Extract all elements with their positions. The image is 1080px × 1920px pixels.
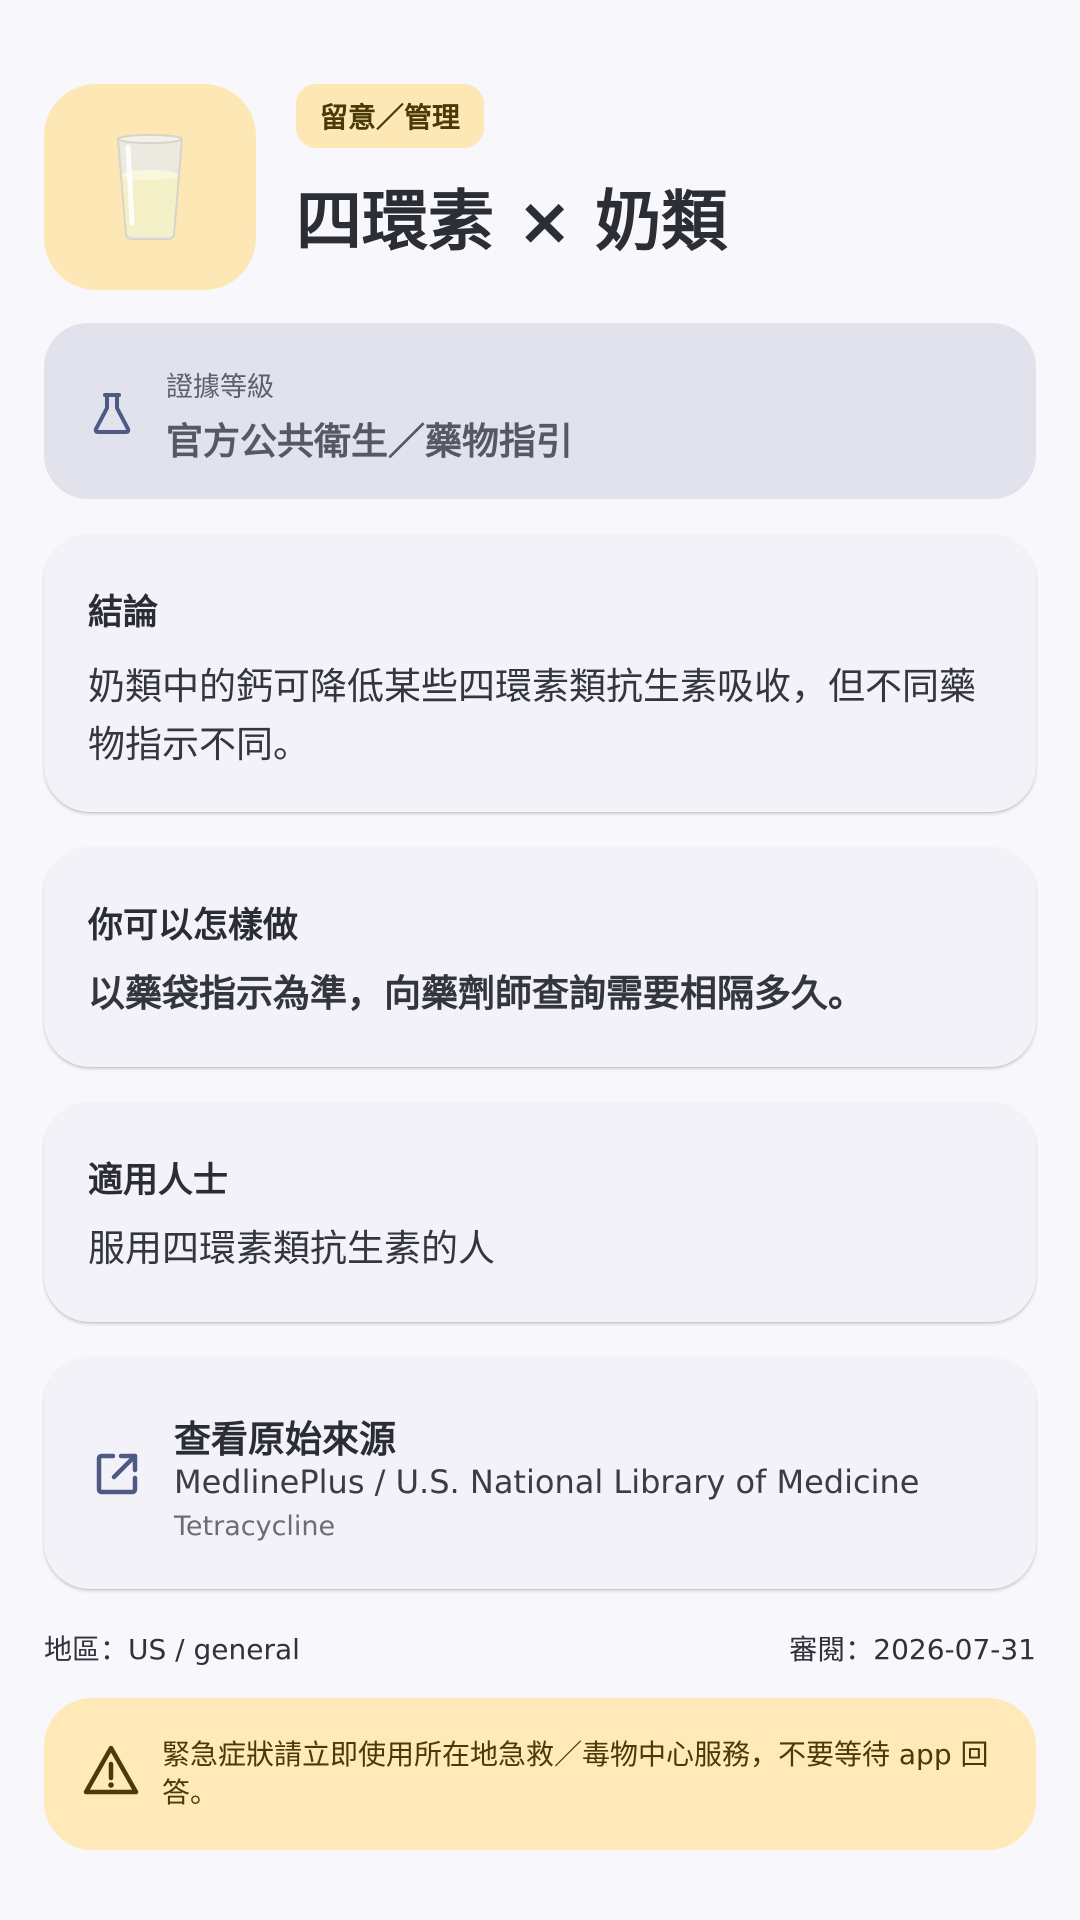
view-source-button[interactable]: 查看原始來源 MedlinePlus / U.S. National Libra… — [44, 1357, 1036, 1589]
conclusion-card: 結論 奶類中的鈣可降低某些四環素類抗生素吸收，但不同藥物指示不同。 — [44, 534, 1036, 812]
warning-text: 緊急症狀請立即使用所在地急救／毒物中心服務，不要等待 app 回答。 — [162, 1738, 989, 1809]
header: 留意／管理 四環素 × 奶類 — [44, 84, 1036, 290]
conclusion-heading: 結論 — [88, 593, 159, 633]
audience-card: 適用人士 服用四環素類抗生素的人 — [44, 1102, 1036, 1322]
audience-body: 服用四環素類抗生素的人 — [88, 1227, 495, 1270]
review-date: 審閱：2026-07-31 — [789, 1633, 1036, 1666]
flask-icon — [93, 393, 131, 434]
evidence-value: 官方公共衛生／藥物指引 — [166, 420, 573, 463]
conclusion-body: 奶類中的鈣可降低某些四環素類抗生素吸收，但不同藥物指示不同。 — [88, 665, 976, 766]
evidence-level-card: 證據等級 官方公共衛生／藥物指引 — [44, 323, 1036, 499]
action-body: 以藥袋指示為準，向藥劑師查詢需要相隔多久。 — [88, 972, 865, 1015]
audience-heading: 適用人士 — [88, 1161, 229, 1201]
evidence-label: 證據等級 — [166, 372, 274, 403]
region-label: 地區：US / general — [44, 1633, 300, 1666]
page-title: 四環素 × 奶類 — [296, 183, 728, 260]
warning-triangle-icon — [83, 1745, 139, 1795]
page: 留意／管理 四環素 × 奶類 證據等級 官方公共衛生／藥物指引 結論 奶類中的鈣… — [0, 0, 1080, 1920]
milk-glass-icon — [116, 134, 184, 240]
action-heading: 你可以怎樣做 — [88, 906, 299, 946]
open-in-new-icon — [96, 1453, 138, 1495]
food-icon-tile — [44, 84, 256, 290]
emergency-warning-banner: 緊急症狀請立即使用所在地急救／毒物中心服務，不要等待 app 回答。 — [44, 1698, 1036, 1850]
status-chip: 留意／管理 — [296, 84, 485, 148]
action-card: 你可以怎樣做 以藥袋指示為準，向藥劑師查詢需要相隔多久。 — [44, 847, 1036, 1067]
source-detail: Tetracycline — [174, 1511, 336, 1542]
source-heading: 查看原始來源 — [174, 1418, 396, 1461]
source-name: MedlinePlus / U.S. National Library of M… — [174, 1463, 920, 1501]
